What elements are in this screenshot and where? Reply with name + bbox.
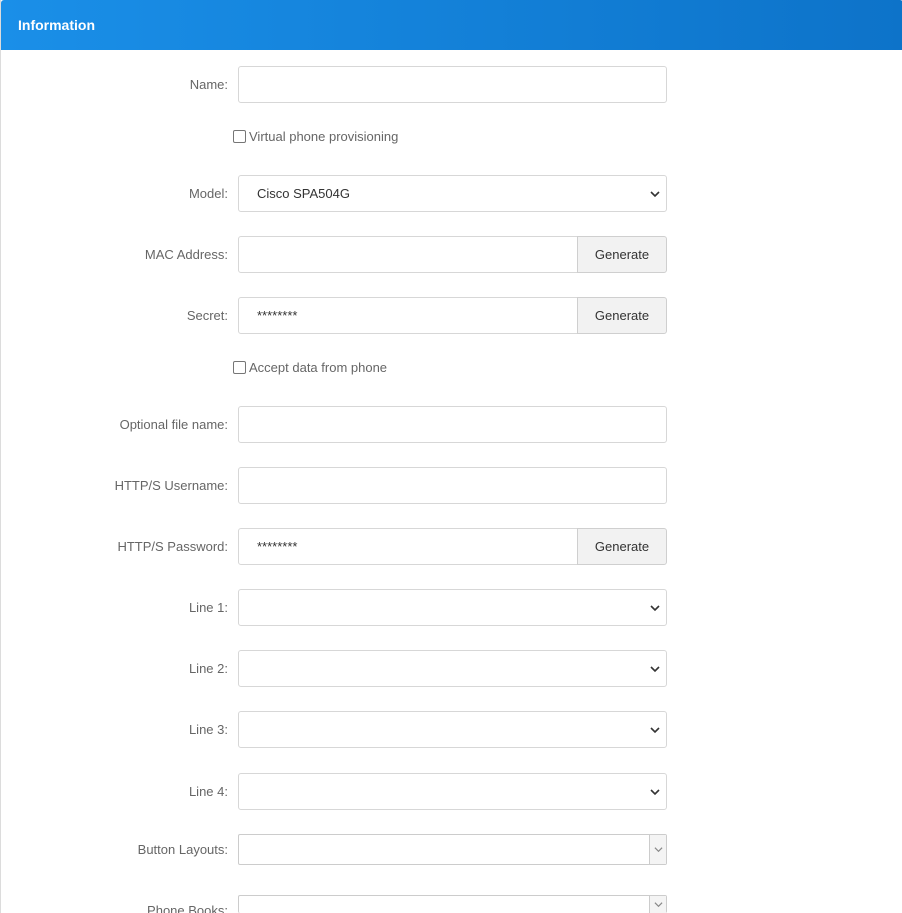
secret-generate-button[interactable]: Generate bbox=[577, 297, 667, 334]
virtual-provisioning-label[interactable]: Virtual phone provisioning bbox=[249, 129, 398, 144]
chevron-down-icon bbox=[648, 774, 662, 809]
line1-select[interactable] bbox=[238, 589, 667, 626]
line1-label: Line 1: bbox=[188, 600, 228, 615]
name-input[interactable] bbox=[238, 66, 667, 103]
line3-select[interactable] bbox=[238, 711, 667, 748]
information-panel: Information Name: Virtual phone provisio… bbox=[0, 0, 902, 913]
virtual-provisioning-row: Virtual phone provisioning bbox=[233, 126, 398, 146]
line3-label: Line 3: bbox=[188, 722, 228, 737]
panel-title: Information bbox=[1, 0, 902, 50]
optional-file-label: Optional file name: bbox=[119, 417, 228, 432]
line4-select[interactable] bbox=[238, 773, 667, 810]
accept-data-checkbox[interactable] bbox=[233, 360, 246, 374]
chevron-down-icon[interactable] bbox=[649, 896, 666, 913]
chevron-down-icon bbox=[648, 712, 662, 747]
virtual-provisioning-checkbox[interactable] bbox=[233, 129, 246, 143]
button-layouts-label: Button Layouts: bbox=[137, 842, 228, 857]
line4-label: Line 4: bbox=[188, 784, 228, 799]
line2-label: Line 2: bbox=[188, 661, 228, 676]
mac-label: MAC Address: bbox=[144, 247, 228, 262]
phone-books-select[interactable] bbox=[238, 895, 667, 913]
http-password-input[interactable]: ******** bbox=[238, 528, 578, 565]
mac-input[interactable] bbox=[238, 236, 578, 273]
line2-select[interactable] bbox=[238, 650, 667, 687]
accept-data-label[interactable]: Accept data from phone bbox=[249, 360, 387, 375]
secret-input[interactable]: ******** bbox=[238, 297, 578, 334]
http-username-input[interactable] bbox=[238, 467, 667, 504]
model-selected-value: Cisco SPA504G bbox=[257, 186, 350, 201]
mac-generate-button[interactable]: Generate bbox=[577, 236, 667, 273]
chevron-down-icon bbox=[648, 176, 662, 211]
phone-books-label: Phone Books: bbox=[147, 903, 228, 913]
optional-file-input[interactable] bbox=[238, 406, 667, 443]
button-layouts-select[interactable] bbox=[238, 834, 667, 865]
chevron-down-icon bbox=[648, 651, 662, 686]
http-username-label: HTTP/S Username: bbox=[114, 478, 228, 493]
accept-data-row: Accept data from phone bbox=[233, 357, 387, 377]
model-select[interactable]: Cisco SPA504G bbox=[238, 175, 667, 212]
chevron-down-icon bbox=[648, 590, 662, 625]
secret-label: Secret: bbox=[186, 308, 228, 323]
chevron-down-icon[interactable] bbox=[649, 835, 666, 864]
http-password-label: HTTP/S Password: bbox=[117, 539, 228, 554]
name-label: Name: bbox=[189, 77, 228, 92]
http-password-generate-button[interactable]: Generate bbox=[577, 528, 667, 565]
model-label: Model: bbox=[188, 186, 228, 201]
